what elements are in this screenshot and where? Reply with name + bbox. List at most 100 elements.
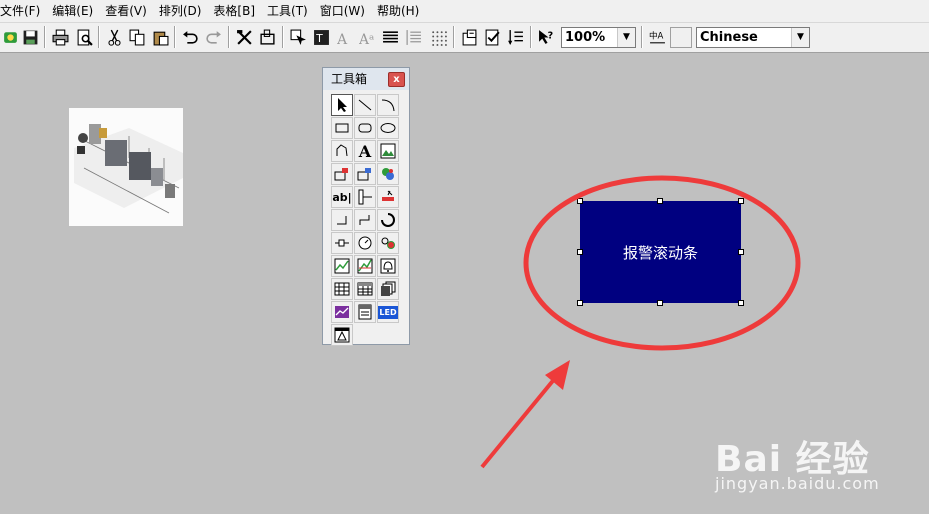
trend-chart-tool[interactable] (331, 255, 353, 277)
purple-chart-tool[interactable] (331, 301, 353, 323)
step-line-tool[interactable] (354, 209, 376, 231)
resize-handle-ne[interactable] (738, 198, 744, 204)
symbol-library-tool[interactable] (377, 163, 399, 185)
flag-tool[interactable] (377, 186, 399, 208)
rotation-tool[interactable] (377, 209, 399, 231)
valve-tool[interactable] (331, 163, 353, 185)
menu-table[interactable]: 表格[B] (207, 0, 261, 22)
paste-icon[interactable] (150, 27, 170, 47)
menu-tools[interactable]: 工具(T) (261, 0, 314, 22)
menu-edit[interactable]: 编辑(E) (46, 0, 99, 22)
resize-handle-w[interactable] (577, 249, 583, 255)
undo-icon[interactable] (180, 27, 200, 47)
tank-tool[interactable] (354, 163, 376, 185)
font-size-down-icon[interactable]: A (334, 27, 354, 47)
watermark-url: jingyan.baidu.com (715, 474, 880, 493)
language-blank-button[interactable] (670, 27, 692, 48)
menu-view[interactable]: 查看(V) (99, 0, 153, 22)
alarm-scroll-bar-object[interactable]: 报警滚动条 (580, 201, 741, 303)
alarm-tool[interactable] (377, 255, 399, 277)
grid-dots-icon[interactable] (428, 27, 448, 47)
copy-icon[interactable] (127, 27, 147, 47)
film-icon (334, 327, 350, 343)
bell-icon (380, 258, 396, 274)
properties-icon[interactable] (459, 27, 479, 47)
language-value: Chinese (700, 30, 758, 45)
resize-handle-sw[interactable] (577, 300, 583, 306)
text-style-icon[interactable]: T (311, 27, 331, 47)
label-tool-glyph: ab| (332, 190, 352, 204)
rounded-rectangle-tool[interactable] (354, 117, 376, 139)
report-table-tool[interactable] (354, 278, 376, 300)
flag-icon (382, 190, 394, 201)
resize-handle-e[interactable] (738, 249, 744, 255)
resize-handle-nw[interactable] (577, 198, 583, 204)
toolbar-separator (44, 26, 46, 48)
resize-handle-n[interactable] (657, 198, 663, 204)
pointer-tool[interactable] (331, 94, 353, 116)
tools-icon[interactable] (234, 27, 254, 47)
indicator-tool[interactable] (377, 232, 399, 254)
arc-tool[interactable] (377, 94, 399, 116)
svg-text:A: A (336, 31, 348, 45)
line-tool[interactable] (354, 94, 376, 116)
new-icon[interactable] (0, 27, 20, 47)
menu-window[interactable]: 窗口(W) (314, 0, 371, 22)
save-icon[interactable] (20, 27, 40, 47)
context-help-icon[interactable]: ? (536, 27, 556, 47)
toolbar-separator (228, 26, 230, 48)
switch-icon (335, 239, 349, 247)
switch-tool[interactable] (331, 232, 353, 254)
recipe-icon (358, 304, 372, 320)
chevron-down-icon[interactable]: ▼ (617, 28, 635, 47)
resize-handle-s[interactable] (657, 300, 663, 306)
frame-icon[interactable] (257, 27, 277, 47)
select-object-icon[interactable] (288, 27, 308, 47)
svg-text:?: ? (547, 30, 553, 41)
slider-icon (358, 189, 372, 205)
chevron-down-icon[interactable]: ▼ (791, 28, 809, 47)
print-preview-icon[interactable] (74, 27, 94, 47)
close-button[interactable]: x (388, 72, 405, 87)
tank-icon (357, 168, 371, 181)
font-size-up-icon[interactable]: Aᵃ (357, 27, 377, 47)
film-tool[interactable] (331, 324, 353, 346)
menu-file[interactable]: 文件(F) (0, 0, 46, 22)
corner-pipe-tool[interactable] (331, 209, 353, 231)
sort-icon[interactable] (505, 27, 525, 47)
resize-handle-se[interactable] (738, 300, 744, 306)
arc-icon (381, 99, 395, 112)
grid-table-tool[interactable] (331, 278, 353, 300)
bitmap-tool[interactable] (377, 140, 399, 162)
label-tool[interactable]: ab| (331, 186, 353, 208)
toolbar-separator (530, 26, 532, 48)
recipe-tool[interactable] (354, 301, 376, 323)
language-select[interactable]: Chinese ▼ (696, 27, 810, 48)
polygon-tool[interactable] (331, 140, 353, 162)
report-table-icon (357, 282, 373, 296)
xy-chart-icon (357, 258, 373, 274)
check-icon[interactable] (482, 27, 502, 47)
text-tool-glyph: A (358, 141, 372, 161)
menu-help[interactable]: 帮助(H) (371, 0, 425, 22)
language-icon[interactable]: 中A (647, 27, 667, 47)
cut-icon[interactable] (104, 27, 124, 47)
text-tool[interactable]: A (354, 140, 376, 162)
toolbox-window[interactable]: 工具箱 x A ab| LED (322, 67, 410, 346)
meter-tool[interactable] (354, 232, 376, 254)
ellipse-tool[interactable] (377, 117, 399, 139)
list-icon[interactable] (403, 27, 423, 47)
print-icon[interactable] (50, 27, 70, 47)
xy-chart-tool[interactable] (354, 255, 376, 277)
rounded-rectangle-icon (358, 123, 372, 133)
led-tool[interactable]: LED (377, 301, 399, 323)
rectangle-tool[interactable] (331, 117, 353, 139)
menu-arrange[interactable]: 排列(D) (153, 0, 208, 22)
slider-tool[interactable] (354, 186, 376, 208)
zoom-select[interactable]: 100% ▼ (561, 27, 636, 48)
ellipse-icon (380, 123, 396, 133)
redo-icon[interactable] (203, 27, 223, 47)
equipment-picture-object[interactable] (69, 108, 183, 226)
layers-tool[interactable] (377, 278, 399, 300)
align-icon[interactable] (380, 27, 400, 47)
